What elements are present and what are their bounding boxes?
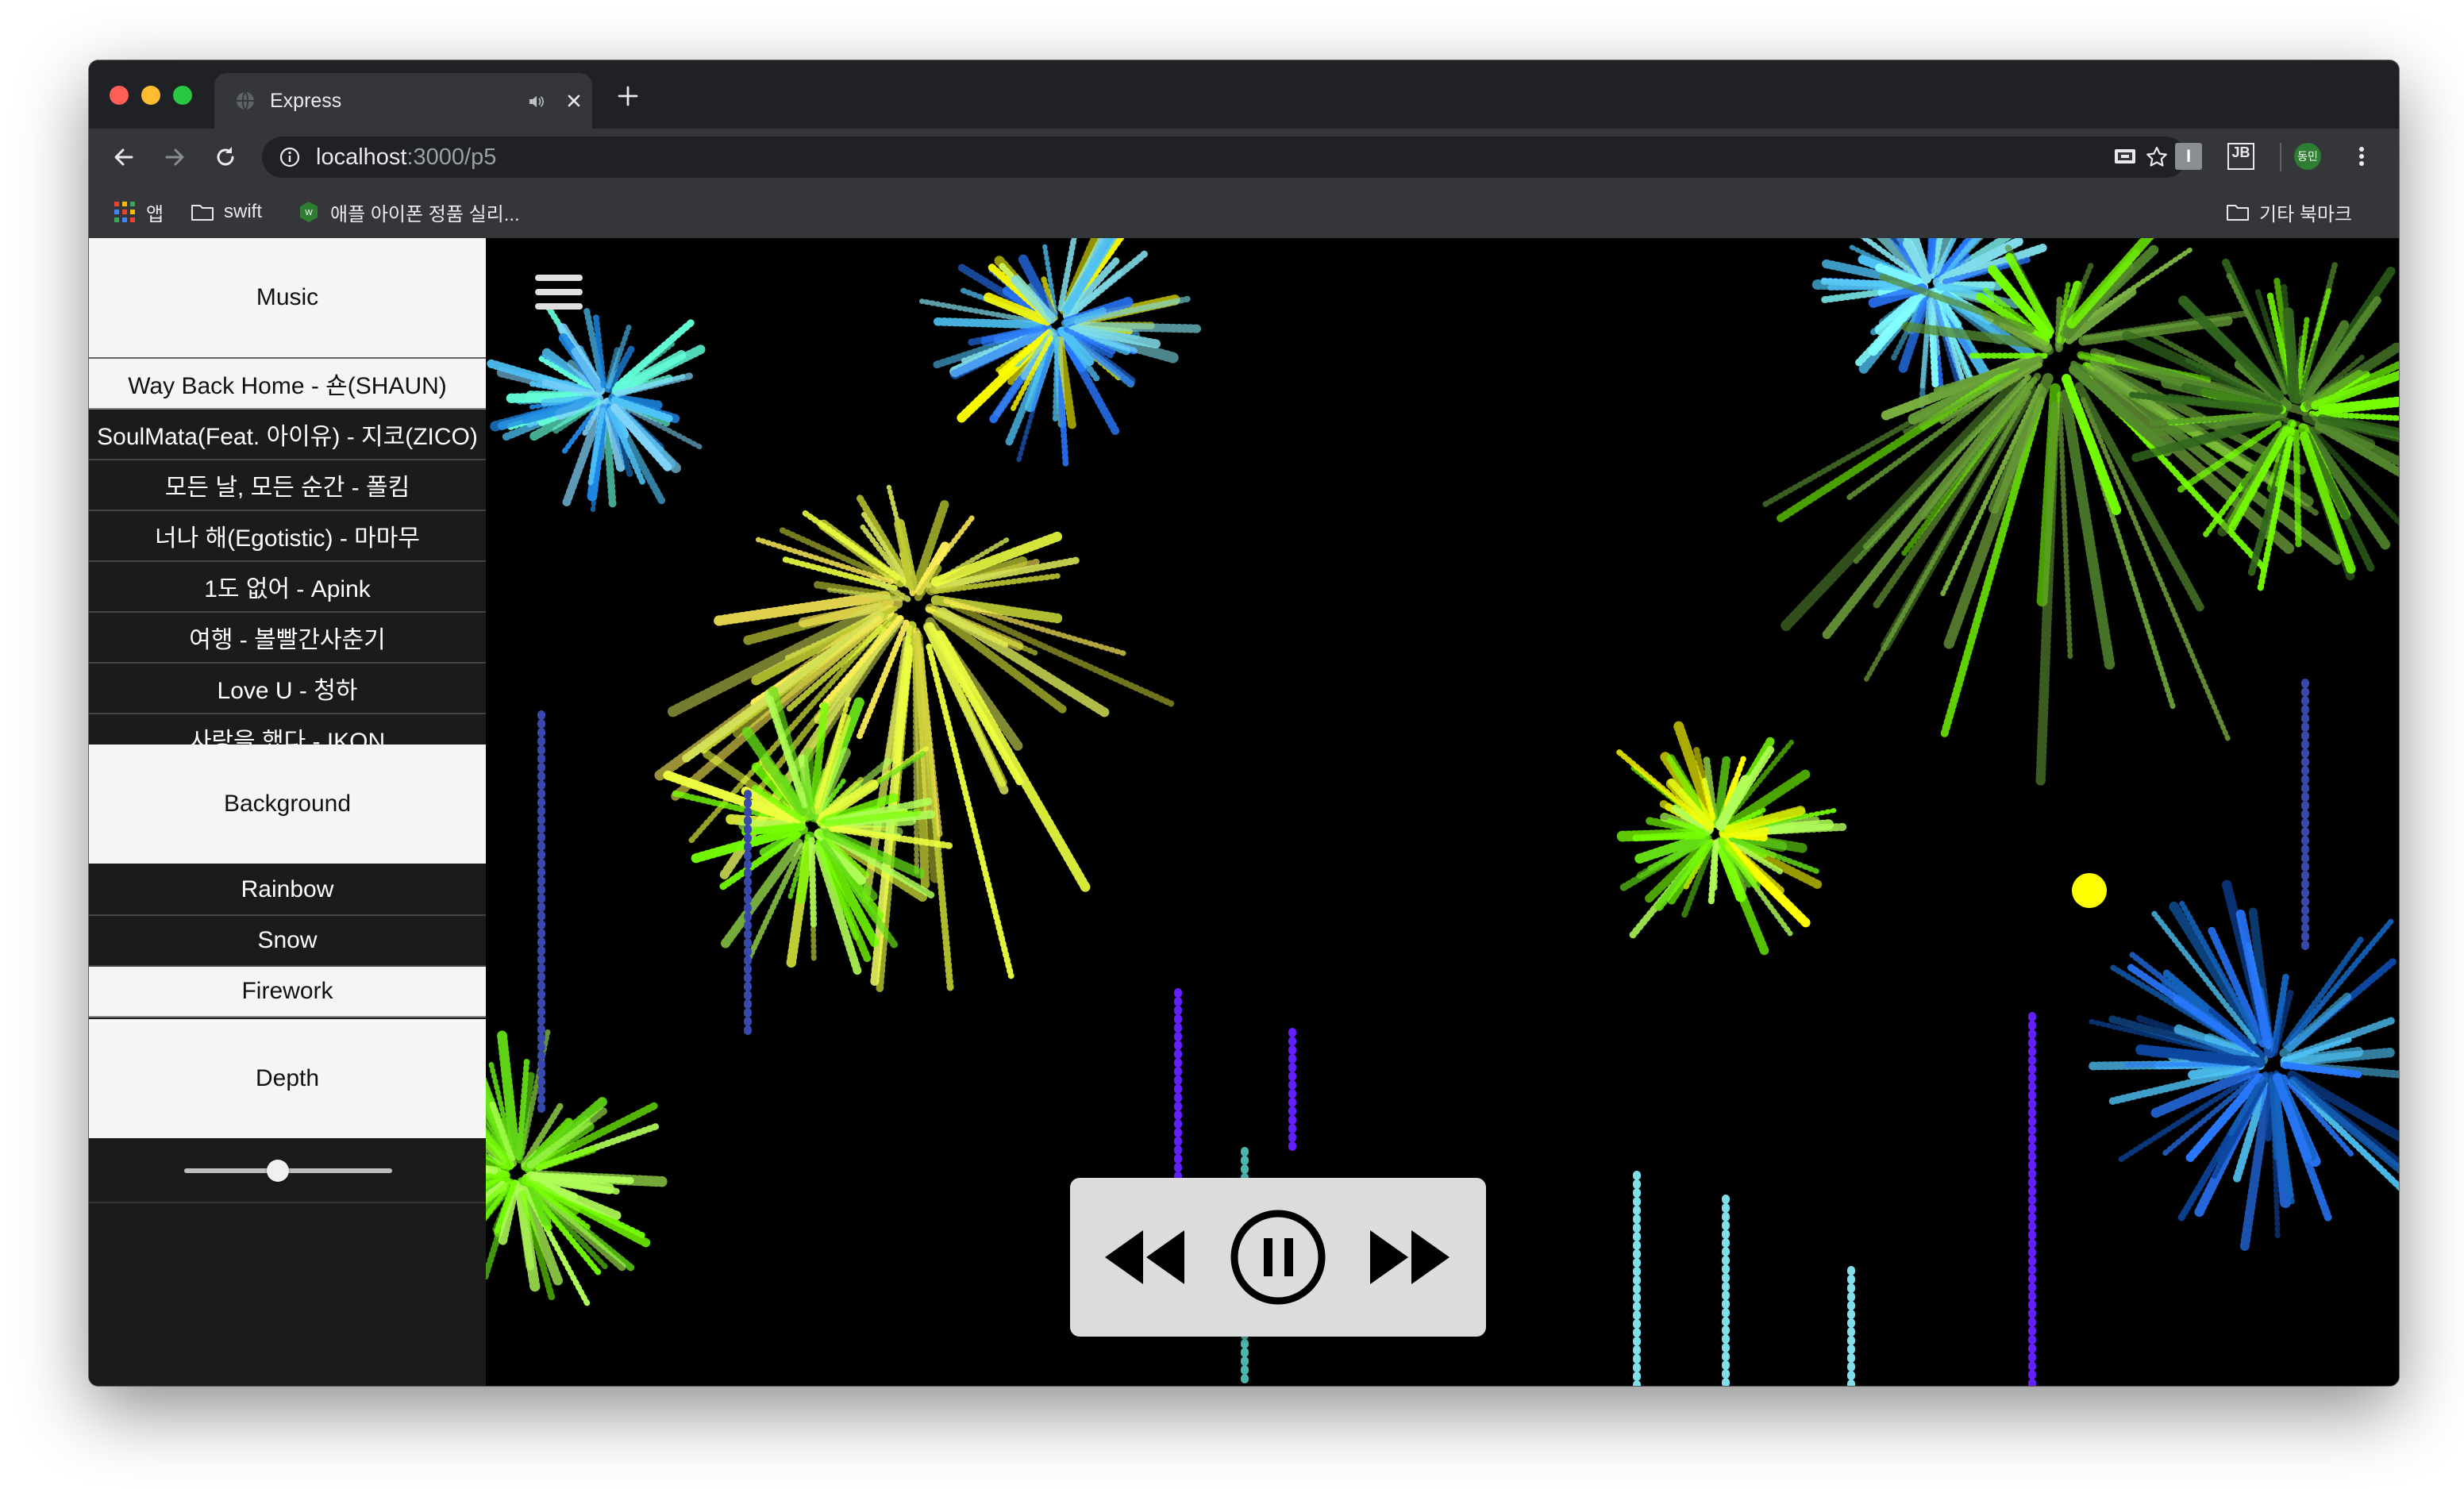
song-item[interactable]: 너나 해(Egotistic) - 마마무 <box>89 511 486 562</box>
fast-forward-icon[interactable] <box>1365 1225 1453 1289</box>
folder-icon <box>191 205 214 221</box>
url-host: localhost <box>316 144 407 170</box>
bookmark-apps[interactable]: 앱 <box>113 198 164 225</box>
speaker-icon[interactable] <box>527 92 546 111</box>
bookmark-apple-label: 애플 아이폰 정품 실리... <box>330 203 520 225</box>
background-list: Rainbow Snow Firework <box>89 865 486 1018</box>
globe-icon <box>237 91 254 110</box>
extension-i-icon[interactable]: I <box>2175 143 2202 170</box>
apps-grid-icon <box>114 202 135 222</box>
depth-slider-thumb[interactable] <box>266 1160 289 1182</box>
tab-strip: Express <box>89 60 2399 129</box>
jetbrains-extension-icon[interactable]: JB <box>2227 143 2254 170</box>
forward-icon[interactable] <box>160 143 189 171</box>
background-snow[interactable]: Snow <box>89 916 486 967</box>
song-item[interactable]: Love U - 청하 <box>89 664 486 714</box>
song-item[interactable]: SoulMata(Feat. 아이유) - 지코(ZICO) <box>89 410 486 460</box>
tab-express[interactable]: Express <box>214 73 592 129</box>
sidebar: Music Way Back Home - 숀(SHAUN) SoulMata(… <box>89 238 486 1386</box>
url-text: localhost:3000/p5 <box>316 144 496 171</box>
bookmark-swift-label: swift <box>224 201 262 222</box>
song-item[interactable]: 모든 날, 모든 순간 - 폴킴 <box>89 460 486 511</box>
minimize-window-button[interactable] <box>141 86 160 105</box>
jetbrains-extension-label: JB <box>2231 144 2250 160</box>
profile-avatar[interactable]: 동민 <box>2294 143 2321 170</box>
profile-initials: 동민 <box>2297 150 2318 163</box>
close-tab-icon[interactable] <box>564 90 584 111</box>
bookmark-other[interactable]: 기타 북마크 <box>2226 198 2352 225</box>
background-header: Background <box>89 744 486 864</box>
close-window-button[interactable] <box>110 86 129 105</box>
reload-icon[interactable] <box>211 143 240 171</box>
new-tab-icon[interactable] <box>616 84 640 108</box>
rocket-head <box>2072 873 2107 908</box>
player-controls <box>1070 1178 1486 1337</box>
browser-window: Express localhost:3000/p5 I JB 동민 앱 swif… <box>89 60 2399 1386</box>
more-menu-icon[interactable] <box>2348 143 2375 170</box>
info-icon[interactable] <box>279 147 300 167</box>
extension-i-label: I <box>2185 146 2192 166</box>
folder-icon <box>2227 205 2249 221</box>
bookmark-apps-label: 앱 <box>146 203 164 225</box>
background-rainbow[interactable]: Rainbow <box>89 865 486 916</box>
depth-header: Depth <box>89 1019 486 1138</box>
toolbar-divider <box>2280 143 2281 171</box>
rewind-icon[interactable] <box>1102 1225 1189 1289</box>
song-item[interactable]: 1도 없어 - Apink <box>89 562 486 613</box>
bookmarks-bar: 앱 swift W 애플 아이폰 정품 실리... 기타 북마크 <box>89 186 2399 239</box>
song-item[interactable]: Way Back Home - 숀(SHAUN) <box>89 359 486 410</box>
music-header: Music <box>89 238 486 357</box>
page-content: Music Way Back Home - 숀(SHAUN) SoulMata(… <box>89 238 2399 1386</box>
back-icon[interactable] <box>110 143 138 171</box>
url-path: :3000/p5 <box>406 144 497 170</box>
song-item[interactable]: 사랑을 했다 - IKON <box>89 714 486 746</box>
song-item[interactable]: 여행 - 볼빨간사춘기 <box>89 613 486 664</box>
bookmark-star-icon[interactable] <box>2145 145 2169 169</box>
site-favicon-icon: W <box>300 202 318 222</box>
address-bar[interactable]: localhost:3000/p5 <box>262 137 2186 178</box>
song-list: Way Back Home - 숀(SHAUN) SoulMata(Feat. … <box>89 357 486 746</box>
menu-icon[interactable] <box>533 273 584 311</box>
bookmark-swift[interactable]: swift <box>191 198 262 225</box>
background-firework[interactable]: Firework <box>89 967 486 1018</box>
zoom-window-button[interactable] <box>173 86 192 105</box>
depth-slider[interactable] <box>89 1138 486 1203</box>
browser-toolbar: localhost:3000/p5 I JB 동민 <box>89 129 2399 186</box>
cast-extension-icon[interactable] <box>2112 143 2139 170</box>
bookmark-other-label: 기타 북마크 <box>2259 203 2353 225</box>
tab-title: Express <box>270 90 342 112</box>
svg-text:W: W <box>305 209 313 217</box>
pause-icon[interactable] <box>1229 1208 1327 1306</box>
bookmark-apple[interactable]: W 애플 아이폰 정품 실리... <box>297 198 520 225</box>
